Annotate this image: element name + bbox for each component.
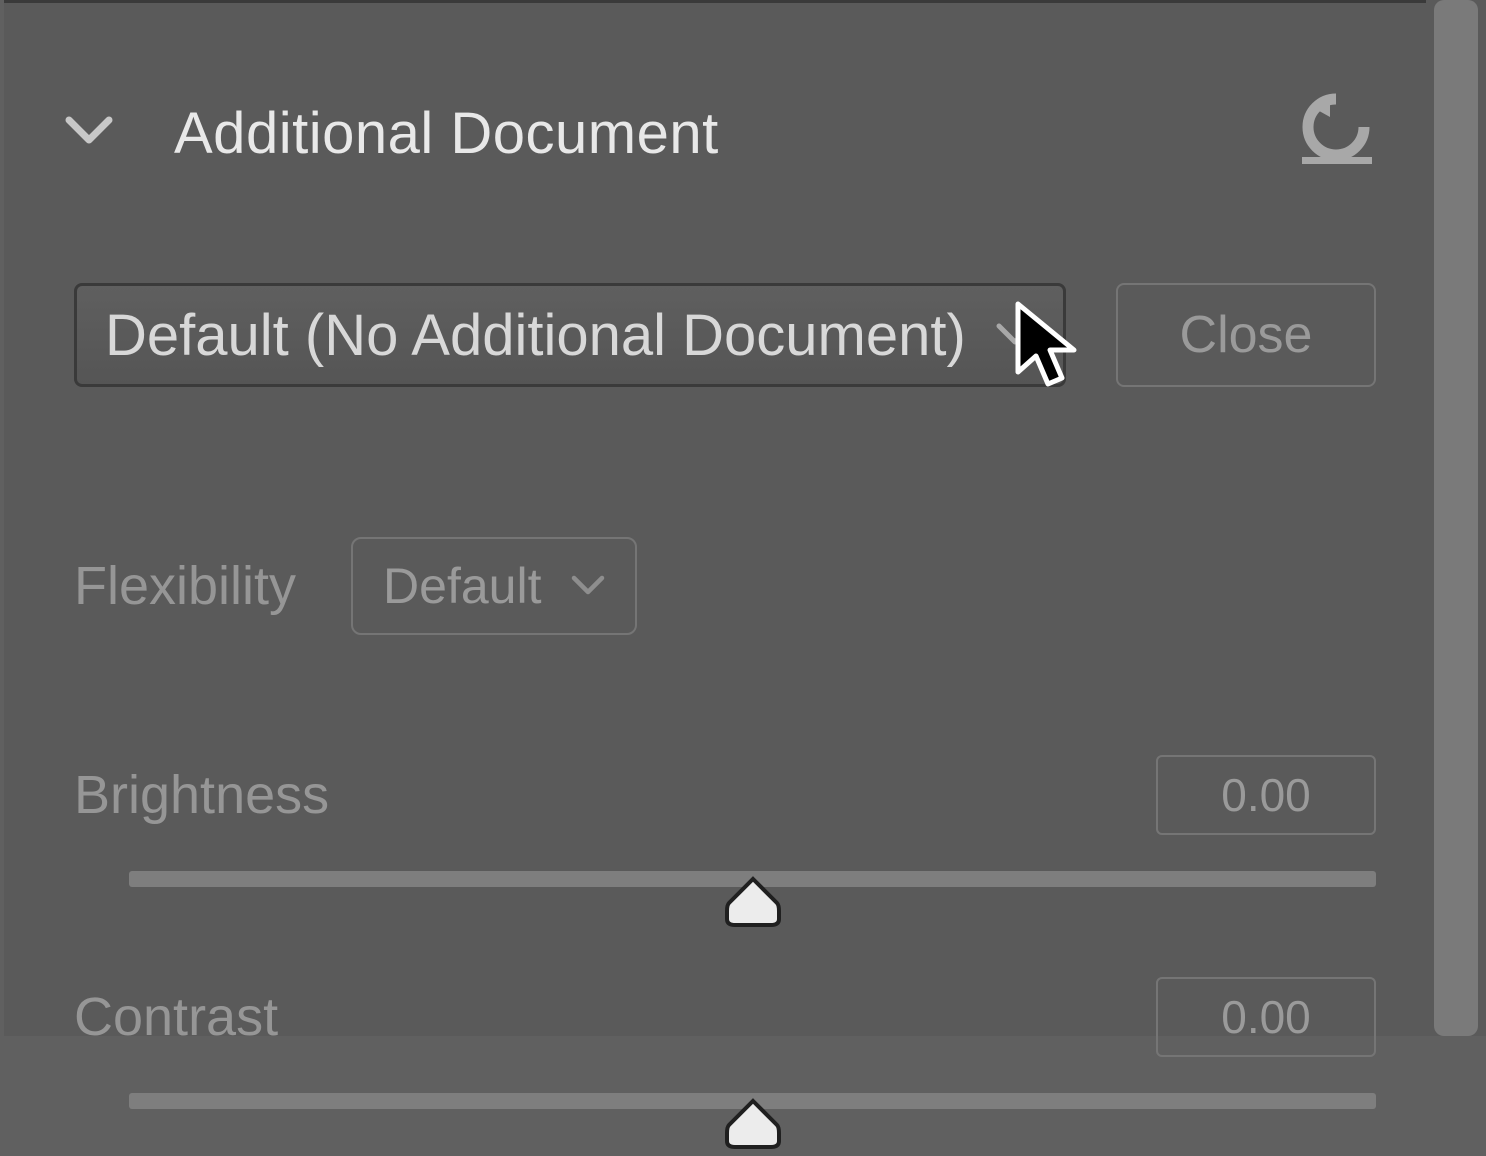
- additional-document-dropdown[interactable]: Default (No Additional Document): [74, 283, 1066, 387]
- close-button[interactable]: Close: [1116, 283, 1376, 387]
- brightness-value-input[interactable]: 0.00: [1156, 755, 1376, 835]
- brightness-slider-thumb[interactable]: [723, 875, 783, 929]
- flexibility-label: Flexibility: [74, 555, 296, 617]
- window: Additional Document Default (No Addition…: [0, 0, 1486, 1036]
- section-header: Additional Document: [4, 3, 1426, 173]
- document-select-row: Default (No Additional Document) Close: [4, 173, 1426, 387]
- additional-document-selected: Default (No Additional Document): [105, 302, 966, 369]
- section-collapse-toggle[interactable]: [64, 108, 114, 158]
- chevron-down-icon: [65, 114, 113, 153]
- contrast-group: Contrast 0.00: [4, 887, 1426, 1109]
- reset-icon: [1294, 91, 1379, 176]
- contrast-value-input[interactable]: 0.00: [1156, 977, 1376, 1057]
- brightness-value: 0.00: [1221, 768, 1311, 822]
- scrollbar-thumb[interactable]: [1434, 0, 1478, 1036]
- section-title: Additional Document: [174, 100, 719, 167]
- brightness-header: Brightness 0.00: [74, 755, 1376, 871]
- chevron-down-icon: [995, 320, 1035, 350]
- brightness-slider[interactable]: [129, 871, 1376, 887]
- brightness-group: Brightness 0.00: [4, 635, 1426, 887]
- reset-button[interactable]: [1286, 93, 1386, 173]
- contrast-label: Contrast: [74, 986, 278, 1048]
- close-button-label: Close: [1180, 305, 1313, 365]
- chevron-down-icon: [571, 573, 605, 599]
- additional-document-panel: Additional Document Default (No Addition…: [4, 0, 1426, 1036]
- vertical-scrollbar[interactable]: [1426, 0, 1486, 1036]
- contrast-slider-thumb[interactable]: [723, 1097, 783, 1151]
- flexibility-row: Flexibility Default: [4, 387, 1426, 635]
- brightness-label: Brightness: [74, 764, 329, 826]
- flexibility-selected: Default: [383, 557, 541, 615]
- contrast-slider[interactable]: [129, 1093, 1376, 1109]
- flexibility-dropdown[interactable]: Default: [351, 537, 637, 635]
- contrast-header: Contrast 0.00: [74, 977, 1376, 1093]
- scrollbar-track: [1426, 0, 1486, 1036]
